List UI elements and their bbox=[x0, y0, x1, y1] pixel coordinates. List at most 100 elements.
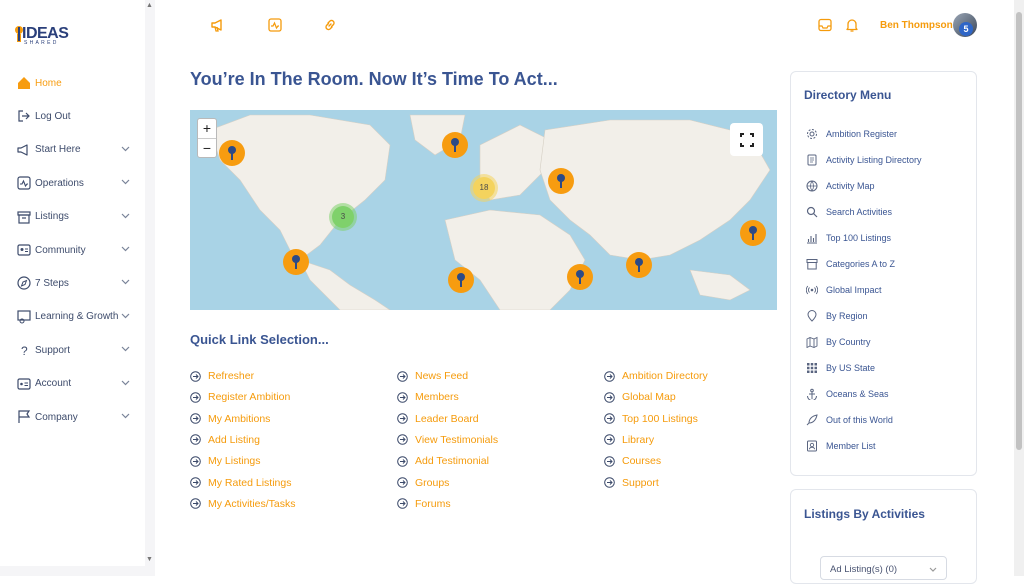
user-name[interactable]: Ben Thompson bbox=[880, 20, 953, 31]
arrow-right-circle-icon bbox=[604, 434, 615, 446]
arrow-right-circle-icon bbox=[190, 413, 201, 424]
map-marker[interactable] bbox=[740, 220, 766, 246]
avatar-badge: 5 bbox=[959, 22, 973, 36]
directory-item-global-impact[interactable]: Global Impact bbox=[806, 283, 882, 297]
quick-link[interactable]: Ambition Directory bbox=[604, 369, 708, 383]
map-marker[interactable] bbox=[548, 168, 574, 194]
map-marker[interactable] bbox=[448, 267, 474, 293]
listing-select[interactable]: Ad Listing(s) (0) bbox=[820, 556, 947, 580]
directory-item-categories-a-to-z[interactable]: Categories A to Z bbox=[806, 257, 895, 271]
arrow-right-circle-icon bbox=[397, 391, 408, 403]
map-marker[interactable] bbox=[567, 264, 593, 290]
logo[interactable]: IDEAS SHARED bbox=[14, 24, 74, 46]
quick-link[interactable]: Add Listing bbox=[190, 433, 260, 447]
sidebar-item-label: Log Out bbox=[35, 110, 71, 122]
quick-link[interactable]: Library bbox=[604, 433, 654, 447]
directory-item-oceans-seas[interactable]: Oceans & Seas bbox=[806, 387, 889, 401]
directory-item-by-country[interactable]: By Country bbox=[806, 335, 871, 349]
page-scrollbar-thumb[interactable] bbox=[1016, 12, 1022, 450]
listing-select-value: Ad Listing(s) (0) bbox=[830, 564, 898, 575]
quick-link[interactable]: Leader Board bbox=[397, 412, 479, 426]
sidebar-item-7-steps[interactable]: 7 Steps bbox=[0, 271, 145, 295]
quick-link[interactable]: Global Map bbox=[604, 390, 676, 404]
sidebar-item-home[interactable]: Home bbox=[0, 71, 145, 95]
quick-link[interactable]: View Testimonials bbox=[397, 433, 498, 447]
quick-link-label: Library bbox=[622, 433, 655, 446]
horizontal-scrollbar[interactable] bbox=[0, 566, 155, 576]
chevron-down-icon[interactable] bbox=[121, 246, 130, 252]
zoom-out-button[interactable]: − bbox=[198, 139, 216, 158]
quick-link[interactable]: Courses bbox=[604, 454, 661, 468]
chevron-down-icon[interactable] bbox=[121, 179, 130, 185]
directory-item-label: Activity Listing Directory bbox=[826, 155, 922, 165]
chevron-down-icon[interactable] bbox=[121, 346, 130, 352]
quick-link[interactable]: My Listings bbox=[190, 454, 261, 468]
map-marker[interactable] bbox=[442, 132, 468, 158]
arrow-right-circle-icon bbox=[604, 370, 615, 382]
quick-link[interactable]: Top 100 Listings bbox=[604, 412, 698, 426]
directory-item-by-region[interactable]: By Region bbox=[806, 309, 868, 323]
sidebar-item-account[interactable]: Account bbox=[0, 372, 145, 396]
quick-links-title: Quick Link Selection... bbox=[190, 332, 329, 347]
world-map[interactable]: + − 18 3 bbox=[190, 110, 777, 310]
sidebar-item-log-out[interactable]: Log Out bbox=[0, 104, 145, 128]
quick-link[interactable]: Add Testimonial bbox=[397, 454, 489, 468]
sidebar-item-community[interactable]: Community bbox=[0, 238, 145, 262]
quick-link[interactable]: Support bbox=[604, 476, 659, 490]
scroll-down-arrow[interactable]: ▼ bbox=[146, 556, 153, 563]
chevron-down-icon[interactable] bbox=[121, 313, 130, 319]
chevron-down-icon[interactable] bbox=[121, 413, 130, 419]
directory-item-by-us-state[interactable]: By US State bbox=[806, 361, 875, 375]
chevron-down-icon[interactable] bbox=[121, 380, 130, 386]
sidebar-item-learning-growth[interactable]: Learning & Growth bbox=[0, 305, 145, 329]
activity-icon[interactable] bbox=[267, 17, 283, 33]
quick-link[interactable]: Members bbox=[397, 390, 459, 404]
quick-link[interactable]: My Activities/Tasks bbox=[190, 497, 296, 511]
directory-item-search-activities[interactable]: Search Activities bbox=[806, 205, 892, 219]
directory-item-member-list[interactable]: Member List bbox=[806, 439, 876, 453]
quick-link[interactable]: Groups bbox=[397, 476, 449, 490]
sidebar-item-company[interactable]: Company bbox=[0, 405, 145, 429]
quick-link[interactable]: News Feed bbox=[397, 369, 468, 383]
scroll-up-arrow[interactable]: ▲ bbox=[146, 2, 153, 9]
directory-item-top-100-listings[interactable]: Top 100 Listings bbox=[806, 231, 891, 245]
map-cluster[interactable]: 18 bbox=[473, 177, 495, 199]
fullscreen-button[interactable] bbox=[730, 123, 763, 156]
quick-link-label: Register Ambition bbox=[208, 391, 291, 404]
page-scrollbar[interactable] bbox=[1014, 0, 1024, 576]
logout-icon bbox=[17, 109, 31, 123]
activity-icon bbox=[17, 176, 31, 190]
quick-link[interactable]: Refresher bbox=[190, 369, 254, 383]
map-cluster[interactable]: 3 bbox=[332, 206, 354, 228]
directory-item-activity-listing-directory[interactable]: Activity Listing Directory bbox=[806, 153, 922, 167]
directory-item-label: Ambition Register bbox=[826, 129, 898, 139]
directory-item-activity-map[interactable]: Activity Map bbox=[806, 179, 875, 193]
chevron-down-icon[interactable] bbox=[121, 213, 130, 219]
map-marker[interactable] bbox=[283, 249, 309, 275]
quick-link[interactable]: Register Ambition bbox=[190, 390, 290, 404]
sidebar-item-listings[interactable]: Listings bbox=[0, 205, 145, 229]
map-marker[interactable] bbox=[626, 252, 652, 278]
sidebar-item-operations[interactable]: Operations bbox=[0, 171, 145, 195]
directory-item-ambition-register[interactable]: Ambition Register bbox=[806, 127, 897, 141]
quick-link[interactable]: Forums bbox=[397, 497, 451, 511]
gear-icon bbox=[807, 129, 817, 139]
quick-link[interactable]: My Ambitions bbox=[190, 412, 270, 426]
sidebar-scrollbar[interactable]: ▲ ▼ bbox=[145, 0, 155, 576]
quick-link[interactable]: My Rated Listings bbox=[190, 476, 291, 490]
inbox-icon[interactable] bbox=[817, 17, 833, 33]
quick-link-label: My Rated Listings bbox=[208, 476, 292, 489]
avatar[interactable]: 5 bbox=[953, 13, 977, 37]
link-icon[interactable] bbox=[322, 17, 338, 33]
zoom-in-button[interactable]: + bbox=[198, 119, 216, 138]
sidebar-item-support[interactable]: ? Support bbox=[0, 338, 145, 362]
map-marker[interactable] bbox=[219, 140, 245, 166]
chevron-down-icon[interactable] bbox=[121, 279, 130, 285]
id-card-icon bbox=[17, 243, 31, 257]
bell-icon[interactable] bbox=[844, 17, 860, 33]
directory-item-out-of-this-world[interactable]: Out of this World bbox=[806, 413, 893, 427]
directory-menu-card: Directory Menu Ambition Register Activity… bbox=[790, 71, 977, 476]
sidebar-item-start-here[interactable]: Start Here bbox=[0, 138, 145, 162]
chevron-down-icon[interactable] bbox=[121, 146, 130, 152]
megaphone-icon[interactable] bbox=[210, 17, 226, 33]
